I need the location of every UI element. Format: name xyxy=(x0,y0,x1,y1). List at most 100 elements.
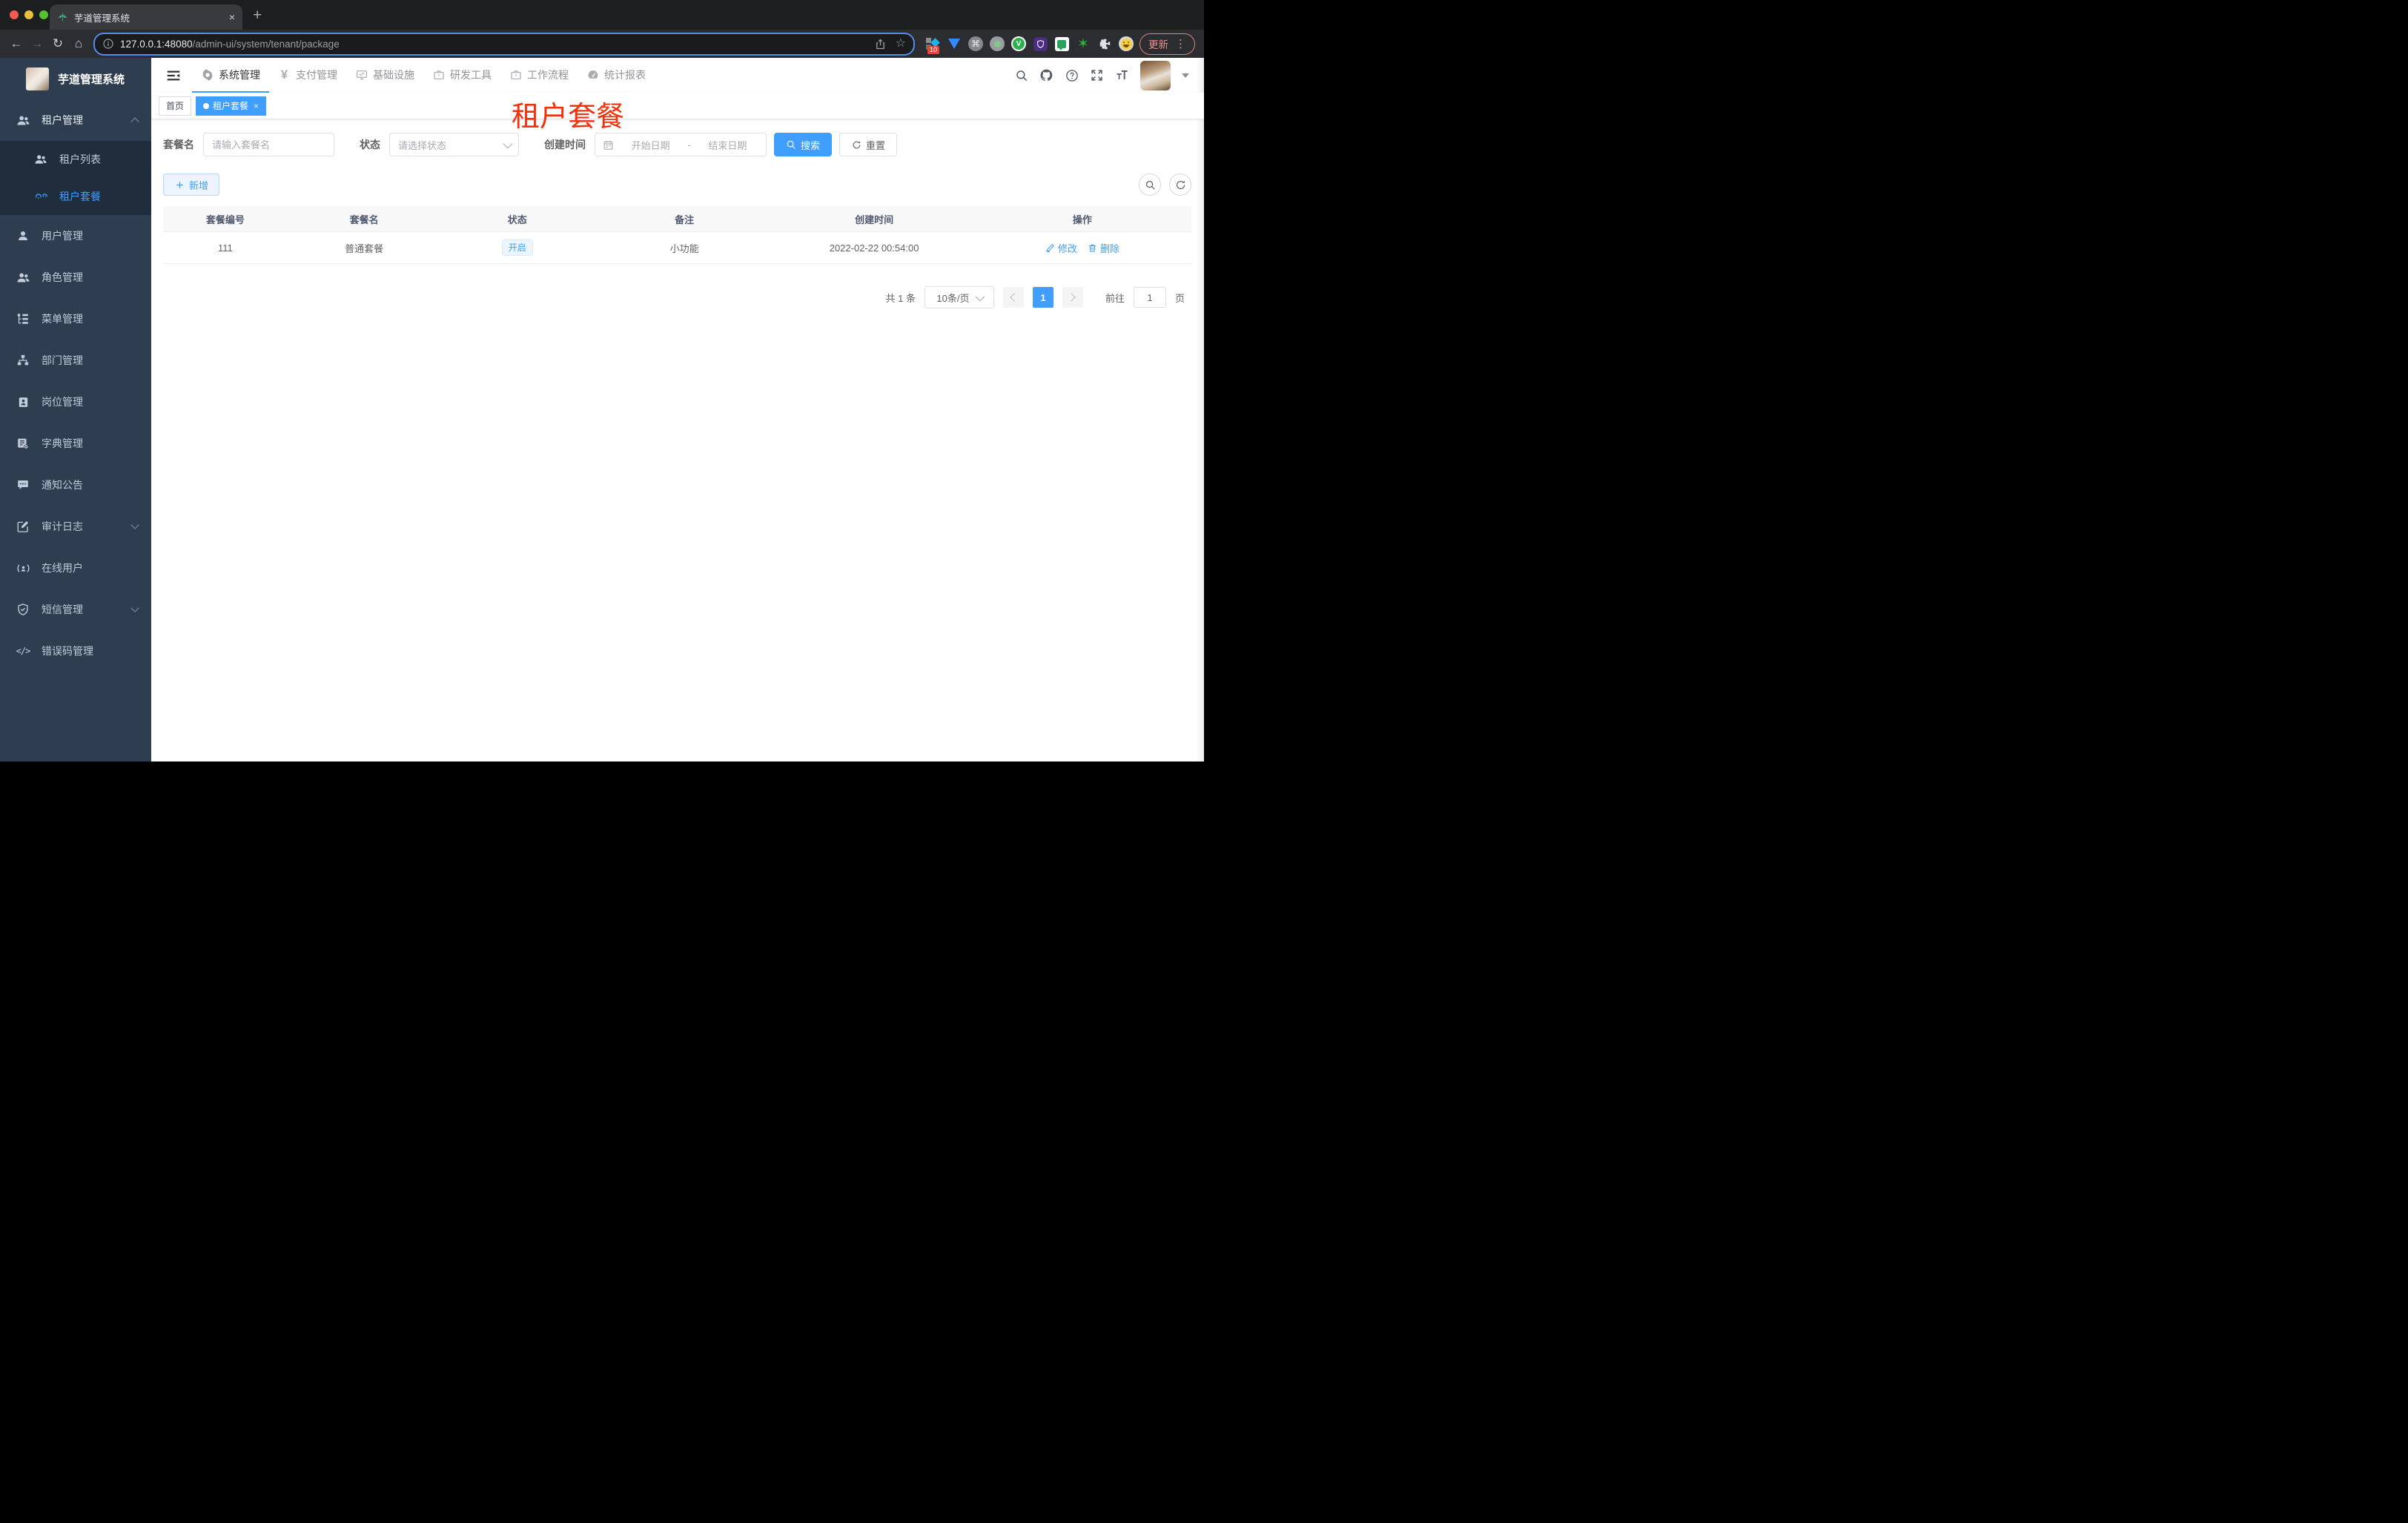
package-name-input[interactable] xyxy=(203,133,334,156)
search-icon xyxy=(786,139,796,150)
close-window-button[interactable] xyxy=(10,10,19,19)
status-badge: 开启 xyxy=(501,239,533,257)
home-icon[interactable]: ⌂ xyxy=(68,33,89,54)
share-icon[interactable] xyxy=(874,38,887,50)
package-name-label: 套餐名 xyxy=(163,139,194,151)
site-info-icon[interactable] xyxy=(102,38,114,50)
briefcase-icon xyxy=(432,68,445,81)
url-text[interactable]: 127.0.0.1:48080/admin-ui/system/tenant/p… xyxy=(120,39,868,50)
sidebar-item-dict-management[interactable]: 字典管理 xyxy=(0,423,151,464)
address-bar[interactable]: 127.0.0.1:48080/admin-ui/system/tenant/p… xyxy=(93,32,915,56)
sidebar-item-audit-log[interactable]: 审计日志 xyxy=(0,506,151,547)
sidebar-item-tenant-package[interactable]: 租户套餐 xyxy=(0,178,151,215)
search-icon[interactable] xyxy=(1014,68,1028,82)
extension-gem-icon[interactable] xyxy=(947,36,962,51)
tag-close-icon[interactable]: × xyxy=(254,101,259,111)
extension-tabs-icon[interactable]: 10 xyxy=(925,36,940,54)
column-header-name: 套餐名 xyxy=(349,214,379,225)
current-page-button[interactable]: 1 xyxy=(1032,287,1054,308)
header-actions xyxy=(1014,60,1204,90)
fullscreen-icon[interactable] xyxy=(1090,68,1104,82)
monitor-icon xyxy=(355,68,368,81)
tab-close-icon[interactable]: × xyxy=(229,12,235,22)
chrome-update-button[interactable]: 更新 ⋮ xyxy=(1140,33,1195,55)
browser-tab[interactable]: 芋道管理系统 × xyxy=(50,4,242,30)
nav-item-infrastructure[interactable]: 基础设施 xyxy=(346,58,423,93)
extension-greendot-icon[interactable] xyxy=(990,36,1005,51)
sidebar-collapse-icon[interactable] xyxy=(161,63,186,88)
sidebar-item-post-management[interactable]: 岗位管理 xyxy=(0,381,151,423)
user-avatar[interactable] xyxy=(1140,60,1171,90)
sidebar-item-department-management[interactable]: 部门管理 xyxy=(0,340,151,381)
page-content: 套餐名 状态 请选择状态 创建时间 开始日期 xyxy=(151,119,1204,762)
cell-package-name: 普通套餐 xyxy=(345,242,384,254)
extension-star-icon[interactable]: ✶ xyxy=(1076,36,1091,51)
nav-item-workflow[interactable]: 工作流程 xyxy=(500,58,578,93)
page-size-select[interactable]: 10条/页 xyxy=(924,286,994,308)
show-search-toggle-button[interactable] xyxy=(1139,174,1161,196)
sidebar-item-online-users[interactable]: 在线用户 xyxy=(0,547,151,589)
org-chart-icon xyxy=(16,353,30,368)
avatar-caret-down-icon[interactable] xyxy=(1182,73,1189,78)
table-toolbar: 新增 xyxy=(163,174,1194,196)
extension-command-icon[interactable]: ⌘ xyxy=(968,36,983,51)
nav-item-reports[interactable]: 统计报表 xyxy=(578,58,655,93)
sidebar-item-error-code[interactable]: </> 错误码管理 xyxy=(0,630,151,672)
url-path: /admin-ui/system/tenant/package xyxy=(192,38,340,50)
extension-chat-icon[interactable] xyxy=(1054,36,1069,51)
next-page-button[interactable] xyxy=(1062,287,1083,308)
sidebar-item-tenant-management[interactable]: 租户管理 xyxy=(0,99,151,141)
column-header-remark: 备注 xyxy=(675,214,695,225)
tag-home[interactable]: 首页 xyxy=(159,96,192,116)
new-tab-button[interactable]: + xyxy=(253,7,262,24)
sidebar-item-notice[interactable]: 通知公告 xyxy=(0,464,151,506)
extensions-puzzle-icon[interactable] xyxy=(1097,36,1112,51)
sidebar-item-role-management[interactable]: 角色管理 xyxy=(0,257,151,298)
extensions-bar: 10 ⌘ V ✶ xyxy=(925,36,1134,54)
goto-page-input[interactable] xyxy=(1133,287,1166,308)
back-icon[interactable]: ← xyxy=(6,33,27,54)
column-header-created: 创建时间 xyxy=(855,214,894,225)
users-icon xyxy=(16,270,30,285)
end-date-placeholder: 结束日期 xyxy=(708,139,747,151)
browser-menu-dots-icon[interactable]: ⋮ xyxy=(1175,37,1186,50)
delete-link[interactable]: 删除 xyxy=(1088,241,1119,255)
nav-item-payment[interactable]: ¥ 支付管理 xyxy=(269,58,346,93)
zoom-window-button[interactable] xyxy=(39,10,48,19)
font-size-icon[interactable] xyxy=(1115,68,1129,82)
reload-icon[interactable]: ↻ xyxy=(47,33,68,54)
tab-title: 芋道管理系统 xyxy=(74,13,130,24)
edit-link[interactable]: 修改 xyxy=(1045,241,1077,255)
bookmark-star-icon[interactable]: ☆ xyxy=(896,38,906,50)
help-icon[interactable] xyxy=(1065,68,1079,82)
reset-button[interactable]: 重置 xyxy=(839,133,898,156)
log-edit-icon xyxy=(16,519,30,534)
sidebar-menu: 租户管理 租户列表 租户套餐 用户管理 角色管理 菜单管理 部门管理 岗位管理 … xyxy=(0,99,151,762)
add-button[interactable]: 新增 xyxy=(163,174,220,196)
sidebar: 芋道管理系统 租户管理 租户列表 租户套餐 用户管理 角色管理 菜单管理 部门管… xyxy=(0,58,151,762)
extension-vue-icon[interactable]: V xyxy=(1011,36,1026,51)
sidebar-item-tenant-list[interactable]: 租户列表 xyxy=(0,141,151,178)
cell-package-id: 111 xyxy=(218,242,233,254)
sidebar-item-sms-management[interactable]: 短信管理 xyxy=(0,589,151,630)
date-range-picker[interactable]: 开始日期 - 结束日期 xyxy=(595,133,767,156)
nav-item-dev-tools[interactable]: 研发工具 xyxy=(423,58,500,93)
search-button[interactable]: 搜索 xyxy=(774,133,833,156)
app-logo[interactable]: 芋道管理系统 xyxy=(0,58,151,99)
tag-tenant-package[interactable]: 租户套餐 × xyxy=(196,96,267,116)
sidebar-item-menu-management[interactable]: 菜单管理 xyxy=(0,298,151,340)
browser-toolbar: ← → ↻ ⌂ 127.0.0.1:48080/admin-ui/system/… xyxy=(0,30,1204,58)
refresh-table-button[interactable] xyxy=(1169,174,1191,196)
status-select[interactable]: 请选择状态 xyxy=(389,133,519,156)
minimize-window-button[interactable] xyxy=(24,10,33,19)
nav-item-system[interactable]: 系统管理 xyxy=(192,58,269,93)
forward-icon[interactable]: → xyxy=(27,33,47,54)
prev-page-button[interactable] xyxy=(1002,287,1024,308)
chevron-down-icon xyxy=(503,139,513,148)
profile-avatar-emoji[interactable] xyxy=(1119,36,1134,51)
refresh-icon xyxy=(851,139,861,150)
extension-shield-icon[interactable] xyxy=(1033,36,1048,51)
github-icon[interactable] xyxy=(1039,68,1054,82)
sidebar-item-user-management[interactable]: 用户管理 xyxy=(0,215,151,257)
logo-title: 芋道管理系统 xyxy=(58,73,125,86)
